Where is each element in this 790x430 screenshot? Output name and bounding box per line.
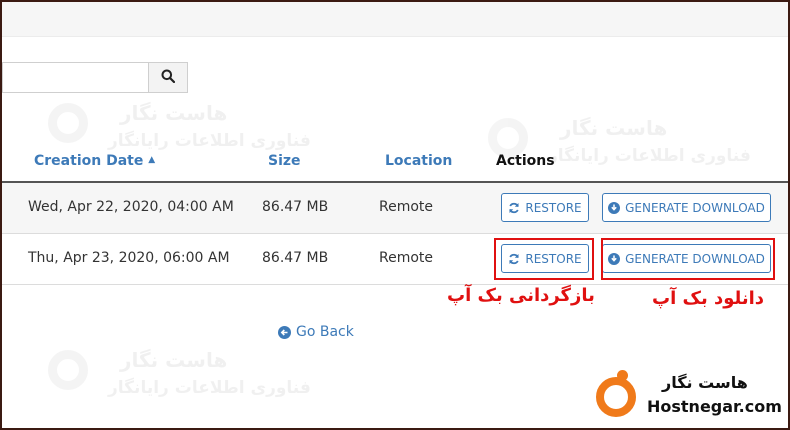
brand-logo-icon: [596, 377, 636, 417]
download-annotation: دانلود بک آپ: [652, 288, 765, 309]
sort-up-icon: ▲: [148, 155, 156, 165]
top-bar: [2, 2, 788, 37]
brand-logo-dot: [617, 370, 628, 381]
restore-button[interactable]: RESTORE: [501, 193, 589, 222]
cell-size: 86.47 MB: [262, 199, 329, 215]
generate-download-button[interactable]: GENERATE DOWNLOAD: [602, 244, 771, 273]
arrow-left-circle-icon: [278, 325, 291, 339]
restore-button-label: RESTORE: [525, 200, 582, 215]
table-row: Thu, Apr 23, 2020, 06:00 AM 86.47 MB Rem…: [2, 234, 788, 285]
restore-annotation: بازگردانی بک آپ: [447, 285, 595, 306]
restore-button[interactable]: RESTORE: [501, 244, 589, 273]
column-header-size[interactable]: Size: [268, 153, 301, 169]
column-header-actions: Actions: [496, 153, 555, 169]
cell-date: Thu, Apr 23, 2020, 06:00 AM: [28, 250, 230, 266]
generate-download-button-label: GENERATE DOWNLOAD: [625, 200, 765, 215]
search-input[interactable]: [2, 62, 148, 93]
cell-location: Remote: [379, 250, 434, 266]
refresh-icon: [509, 202, 520, 213]
generate-download-button-label: GENERATE DOWNLOAD: [625, 251, 765, 266]
brand-name-fa: هاست نگار: [662, 373, 748, 392]
cell-location: Remote: [379, 199, 434, 215]
go-back-label: Go Back: [296, 324, 354, 340]
brand-name-en: Hostnegar.com: [647, 397, 782, 416]
generate-download-button[interactable]: GENERATE DOWNLOAD: [602, 193, 771, 222]
download-circle-icon: [608, 252, 621, 265]
refresh-icon: [509, 253, 520, 264]
column-header-creation-date[interactable]: Creation Date ▲: [34, 153, 155, 169]
go-back-link[interactable]: Go Back: [278, 324, 354, 340]
search-icon: [161, 68, 176, 87]
search-button[interactable]: [148, 62, 188, 93]
download-circle-icon: [608, 201, 621, 214]
table-row: Wed, Apr 22, 2020, 04:00 AM 86.47 MB Rem…: [2, 183, 788, 234]
cell-date: Wed, Apr 22, 2020, 04:00 AM: [28, 199, 234, 215]
cell-size: 86.47 MB: [262, 250, 329, 266]
restore-button-label: RESTORE: [525, 251, 582, 266]
column-header-location[interactable]: Location: [385, 153, 452, 169]
column-label: Creation Date: [34, 153, 144, 169]
